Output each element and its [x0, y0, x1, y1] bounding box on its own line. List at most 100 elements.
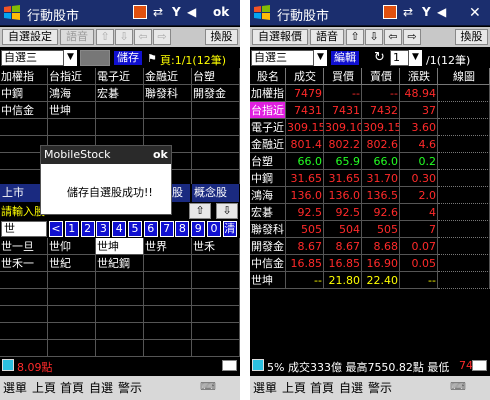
menu-item-watchlist[interactable]: 自選 [89, 379, 113, 396]
arrow-left-icon[interactable]: ⇦ [134, 29, 152, 45]
chevron-down-icon[interactable]: ▼ [313, 50, 327, 66]
chart-cell[interactable] [438, 238, 490, 255]
chart-cell[interactable] [438, 136, 490, 153]
stock-name[interactable]: 世坤 [250, 272, 286, 289]
mail-icon[interactable] [472, 360, 487, 371]
computer-icon[interactable] [252, 359, 264, 371]
arrow-up-icon[interactable]: ⇧ [346, 29, 364, 45]
chevron-down-icon[interactable]: ▼ [408, 50, 422, 66]
signal-icon[interactable]: Y [422, 5, 431, 19]
arrow-up-icon[interactable]: ⇧ [189, 203, 211, 219]
voice-button[interactable]: 語音 [310, 29, 344, 45]
key-button[interactable]: 5 [128, 221, 142, 237]
menu-item-home[interactable]: 首頁 [310, 379, 334, 396]
sync-icon[interactable]: ⇄ [153, 5, 163, 19]
save-button[interactable]: 儲存 [113, 50, 143, 66]
suggestion-item[interactable]: 世仰 [48, 238, 96, 255]
suggestion-item[interactable]: 世一旦 [0, 238, 48, 255]
key-button[interactable]: < [49, 221, 63, 237]
key-button[interactable]: 清 [222, 221, 237, 237]
grid-cell[interactable]: 鴻海 [48, 85, 96, 102]
volume-icon[interactable]: ◀ [187, 5, 196, 19]
suggestion-item[interactable]: 世紀鋼 [96, 255, 144, 272]
stock-name[interactable]: 台塑 [250, 153, 286, 170]
grid-cell[interactable]: 開發金 [192, 85, 240, 102]
suggestion-item[interactable]: 世禾 [192, 238, 240, 255]
self-quote-tab[interactable]: 自選報價 [252, 29, 308, 45]
stock-name[interactable]: 中信金 [250, 255, 286, 272]
key-button[interactable]: 9 [191, 221, 206, 237]
menu-item-home[interactable]: 首頁 [60, 379, 84, 396]
stock-name[interactable]: 中鋼 [250, 170, 286, 187]
sync-icon[interactable]: ⇄ [403, 5, 413, 19]
chart-cell[interactable] [438, 85, 490, 102]
arrow-up-icon[interactable]: ⇧ [96, 29, 114, 45]
self-setting-tab[interactable]: 自選設定 [2, 29, 58, 45]
grid-cell[interactable]: 台指近 [48, 68, 96, 85]
arrow-down-icon[interactable]: ⇩ [365, 29, 383, 45]
computer-icon[interactable] [2, 359, 14, 371]
refresh-icon[interactable]: ↻ [374, 50, 385, 65]
key-button[interactable]: 8 [175, 221, 190, 237]
edit-button[interactable]: 編輯 [330, 50, 360, 66]
chart-cell[interactable] [438, 119, 490, 136]
grid-cell[interactable]: 台塑 [192, 68, 240, 85]
grid-cell[interactable]: 聯發科 [144, 85, 192, 102]
chart-cell[interactable] [438, 170, 490, 187]
stock-name[interactable]: 聯發科 [250, 221, 286, 238]
stock-name[interactable]: 開發金 [250, 238, 286, 255]
app-notify-icon[interactable] [383, 5, 397, 19]
chart-cell[interactable] [438, 153, 490, 170]
windows-start-icon[interactable] [3, 4, 21, 22]
volume-icon[interactable]: ◀ [437, 5, 446, 19]
signal-icon[interactable]: Y [172, 5, 181, 19]
menu-item-menu[interactable]: 選單 [253, 379, 277, 396]
chart-cell[interactable] [438, 272, 490, 289]
menu-item-watchlist[interactable]: 自選 [339, 379, 363, 396]
key-button[interactable]: 7 [159, 221, 174, 237]
stock-name[interactable]: 宏碁 [250, 204, 286, 221]
suggestion-item[interactable]: 世禾一 [0, 255, 48, 272]
switch-stock-button[interactable]: 換股 [455, 29, 488, 45]
key-button[interactable]: 2 [80, 221, 95, 237]
stock-name[interactable]: 金融近 [250, 136, 286, 153]
grid-cell[interactable]: 世坤 [48, 102, 96, 119]
chart-cell[interactable] [438, 187, 490, 204]
menu-item-prev-page[interactable]: 上頁 [32, 379, 56, 396]
arrow-right-icon[interactable]: ⇨ [153, 29, 171, 45]
key-button[interactable]: 3 [96, 221, 111, 237]
chart-cell[interactable] [438, 102, 490, 119]
close-icon[interactable]: ✕ [469, 5, 481, 21]
suggestion-item[interactable]: 世界 [144, 238, 192, 255]
arrow-right-icon[interactable]: ⇨ [403, 29, 421, 45]
keyboard-icon[interactable]: ⌨ [200, 380, 222, 396]
chart-cell[interactable] [438, 221, 490, 238]
suggestion-item[interactable]: 世坤 [96, 238, 144, 255]
grid-cell[interactable]: 中信金 [0, 102, 48, 119]
arrow-left-icon[interactable]: ⇦ [384, 29, 402, 45]
stock-input-field[interactable]: 世 [1, 221, 47, 237]
listed-tab[interactable]: 上市 [0, 184, 40, 202]
windows-start-icon[interactable] [253, 4, 271, 22]
arrow-down-icon[interactable]: ⇩ [115, 29, 133, 45]
chart-cell[interactable] [438, 204, 490, 221]
grid-cell[interactable]: 宏碁 [96, 85, 144, 102]
voice-button[interactable]: 語音 [60, 29, 94, 45]
suggestion-item[interactable]: 世紀 [48, 255, 96, 272]
key-button[interactable]: 0 [207, 221, 221, 237]
grid-cell[interactable]: 加權指 [0, 68, 48, 85]
grid-cell[interactable]: 金融近 [144, 68, 192, 85]
mail-icon[interactable] [222, 360, 237, 371]
menu-item-prev-page[interactable]: 上頁 [282, 379, 306, 396]
stock-name[interactable]: 鴻海 [250, 187, 286, 204]
stock-name[interactable]: 電子近 [250, 119, 286, 136]
app-notify-icon[interactable] [133, 5, 147, 19]
key-button[interactable]: 1 [64, 221, 79, 237]
keyboard-icon[interactable]: ⌨ [450, 380, 472, 396]
arrow-down-icon[interactable]: ⇩ [216, 203, 238, 219]
chart-cell[interactable] [438, 255, 490, 272]
concept-stock-tab[interactable]: 概念股 [192, 184, 239, 202]
grid-cell[interactable]: 電子近 [96, 68, 144, 85]
dialog-ok-button[interactable]: ok [153, 148, 168, 161]
stock-name[interactable]: 加權指 [250, 85, 286, 102]
